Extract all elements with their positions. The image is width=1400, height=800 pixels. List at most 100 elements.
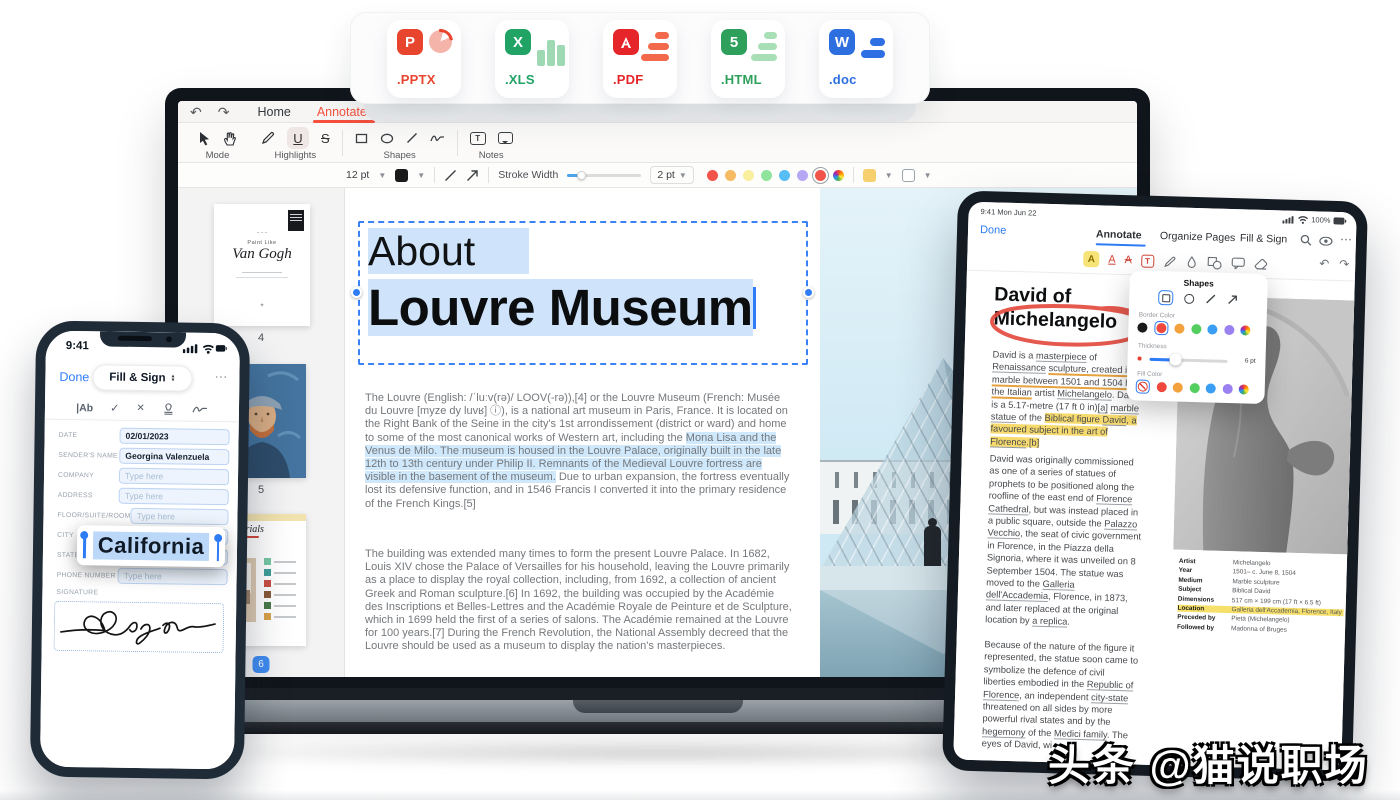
iphone: 9:41 Done Fill & Sign ▲▼ ⋯ |Ab ✓ ✕	[30, 321, 250, 780]
fill-green[interactable]	[1189, 383, 1199, 393]
phone-more-icon[interactable]: ⋯	[214, 369, 227, 385]
color-dot-green[interactable]	[761, 170, 772, 181]
selected-text: California	[93, 531, 210, 561]
underline-tool-selected[interactable]: U	[287, 127, 309, 149]
slider-knob[interactable]	[577, 171, 586, 180]
signature-tool-icon[interactable]	[192, 404, 208, 415]
border-purple[interactable]	[1224, 325, 1234, 335]
border-black[interactable]	[1137, 322, 1147, 332]
shapes-tool-icon[interactable]	[1207, 256, 1222, 269]
border-color-swatch[interactable]	[902, 169, 915, 182]
color-dot-red[interactable]	[707, 170, 718, 181]
ipad-done-button[interactable]: Done	[980, 224, 1007, 237]
ellipse-shape-icon[interactable]	[380, 132, 394, 145]
ipad-tab-fillsign[interactable]: Fill & Sign	[1240, 232, 1288, 245]
fill-sign-selector[interactable]: Fill & Sign ▲▼	[92, 364, 192, 391]
text-color-swatch[interactable]	[395, 169, 408, 182]
underline-tool[interactable]: A	[1108, 254, 1116, 266]
sender-name-field[interactable]: Georgina Valenzuela	[119, 448, 229, 465]
text-field-tool[interactable]: |Ab	[76, 402, 93, 414]
updown-chevron-icon: ▲▼	[170, 374, 175, 382]
selection-handle-right[interactable]	[803, 287, 814, 298]
strikethrough-tool[interactable]: S	[321, 131, 330, 146]
shapes-popup: Shapes Border Color Thickne	[1126, 270, 1268, 404]
search-icon[interactable]	[1300, 234, 1312, 246]
check-tool[interactable]: ✓	[110, 402, 119, 415]
stroke-width-slider[interactable]	[567, 171, 641, 180]
fill-orange[interactable]	[1173, 382, 1183, 392]
fill-color-swatch[interactable]	[863, 169, 876, 182]
date-field[interactable]: 02/01/2023	[119, 428, 229, 445]
fill-red[interactable]	[1156, 382, 1166, 392]
strikethrough-tool[interactable]: A	[1124, 254, 1132, 266]
tab-annotate[interactable]: Annotate	[317, 105, 367, 119]
stamp-tool-icon[interactable]	[162, 402, 175, 415]
thumbnail-page-4[interactable]: ~ ~ ~ Paint Like Van Gogh ✦	[214, 204, 310, 326]
thickness-slider[interactable]: 6 pt	[1137, 352, 1255, 367]
rectangle-shape-icon[interactable]	[355, 132, 368, 145]
undo-icon[interactable]: ↶	[190, 105, 202, 119]
slider-knob[interactable]	[1169, 353, 1181, 365]
line-tool-icon[interactable]	[444, 169, 457, 182]
text-note-icon[interactable]: T	[470, 132, 486, 145]
border-red-selected[interactable]	[1154, 321, 1168, 335]
company-field[interactable]: Type here	[119, 468, 229, 485]
address-field[interactable]: Type here	[119, 488, 229, 505]
doc-paragraph-1: The Louvre (English: /ˈluːv(rə)/ LOOV(-r…	[365, 392, 793, 511]
selection-handle-start[interactable]	[83, 531, 86, 558]
bar-chart-icon	[557, 45, 565, 66]
pencil-tool-icon[interactable]	[1163, 255, 1176, 268]
border-blue[interactable]	[1207, 324, 1217, 334]
selection-handle-end[interactable]	[216, 534, 219, 561]
person-silhouette	[924, 526, 941, 570]
fill-none-selected[interactable]	[1136, 379, 1150, 393]
color-dot-purple[interactable]	[797, 170, 808, 181]
phone-done-button[interactable]: Done	[59, 370, 89, 384]
arrow-tool-icon[interactable]	[466, 169, 479, 182]
selection-handle-left[interactable]	[351, 287, 362, 298]
pencil-icon[interactable]	[261, 131, 275, 145]
circle-shape[interactable]	[1184, 293, 1194, 303]
line-shape-icon[interactable]	[406, 132, 418, 144]
fill-blue[interactable]	[1206, 383, 1216, 393]
comment-tool-icon[interactable]	[1231, 257, 1245, 269]
border-color-wheel[interactable]	[1240, 325, 1250, 335]
ipad-tab-organize[interactable]: Organize Pages	[1160, 230, 1236, 244]
comment-note-icon[interactable]	[498, 132, 513, 144]
cross-tool[interactable]: ✕	[136, 403, 145, 414]
view-settings-icon[interactable]	[1319, 236, 1333, 245]
meta-label: Medium	[1178, 576, 1232, 585]
pen-tool-icon[interactable]	[1185, 255, 1198, 268]
border-green[interactable]	[1191, 324, 1201, 334]
square-shape-selected[interactable]	[1158, 290, 1173, 305]
arrow-shape[interactable]	[1227, 294, 1238, 305]
color-dot-orange[interactable]	[725, 170, 736, 181]
font-size-select[interactable]: 12 pt	[346, 169, 369, 181]
redo-icon[interactable]: ↷	[218, 105, 230, 119]
tab-home[interactable]: Home	[257, 105, 290, 119]
text-tool[interactable]: T	[1141, 254, 1154, 267]
text-selection-bubble[interactable]: California	[77, 525, 226, 567]
ipad-undo-icon[interactable]: ↶	[1319, 257, 1329, 271]
more-icon[interactable]: ⋯	[1340, 232, 1352, 246]
color-dot-red-selected[interactable]	[815, 170, 826, 181]
fill-purple[interactable]	[1222, 384, 1232, 394]
ink-shape-icon[interactable]	[430, 132, 445, 144]
color-dot-blue[interactable]	[779, 170, 790, 181]
floor-field[interactable]: Type here	[131, 508, 229, 525]
border-orange[interactable]	[1174, 323, 1184, 333]
color-dot-yellow[interactable]	[743, 170, 754, 181]
line-shape[interactable]	[1205, 293, 1216, 304]
form-row-floor: FLOOR/SUITE/ROOMType here	[57, 507, 228, 525]
color-wheel[interactable]	[833, 170, 844, 181]
cursor-icon[interactable]	[198, 131, 211, 146]
ipad-tab-annotate[interactable]: Annotate	[1096, 228, 1142, 241]
stroke-pt-select[interactable]: 2 pt▼	[650, 166, 693, 184]
eraser-tool-icon[interactable]	[1254, 257, 1268, 270]
ipad-redo-icon[interactable]: ↷	[1339, 257, 1349, 271]
fill-color-wheel[interactable]	[1239, 384, 1249, 394]
highlight-tool-selected[interactable]: A	[1083, 251, 1099, 267]
signature-box[interactable]	[54, 601, 225, 653]
hand-icon[interactable]	[223, 131, 237, 146]
phone-number-field[interactable]: Type here	[118, 568, 228, 585]
